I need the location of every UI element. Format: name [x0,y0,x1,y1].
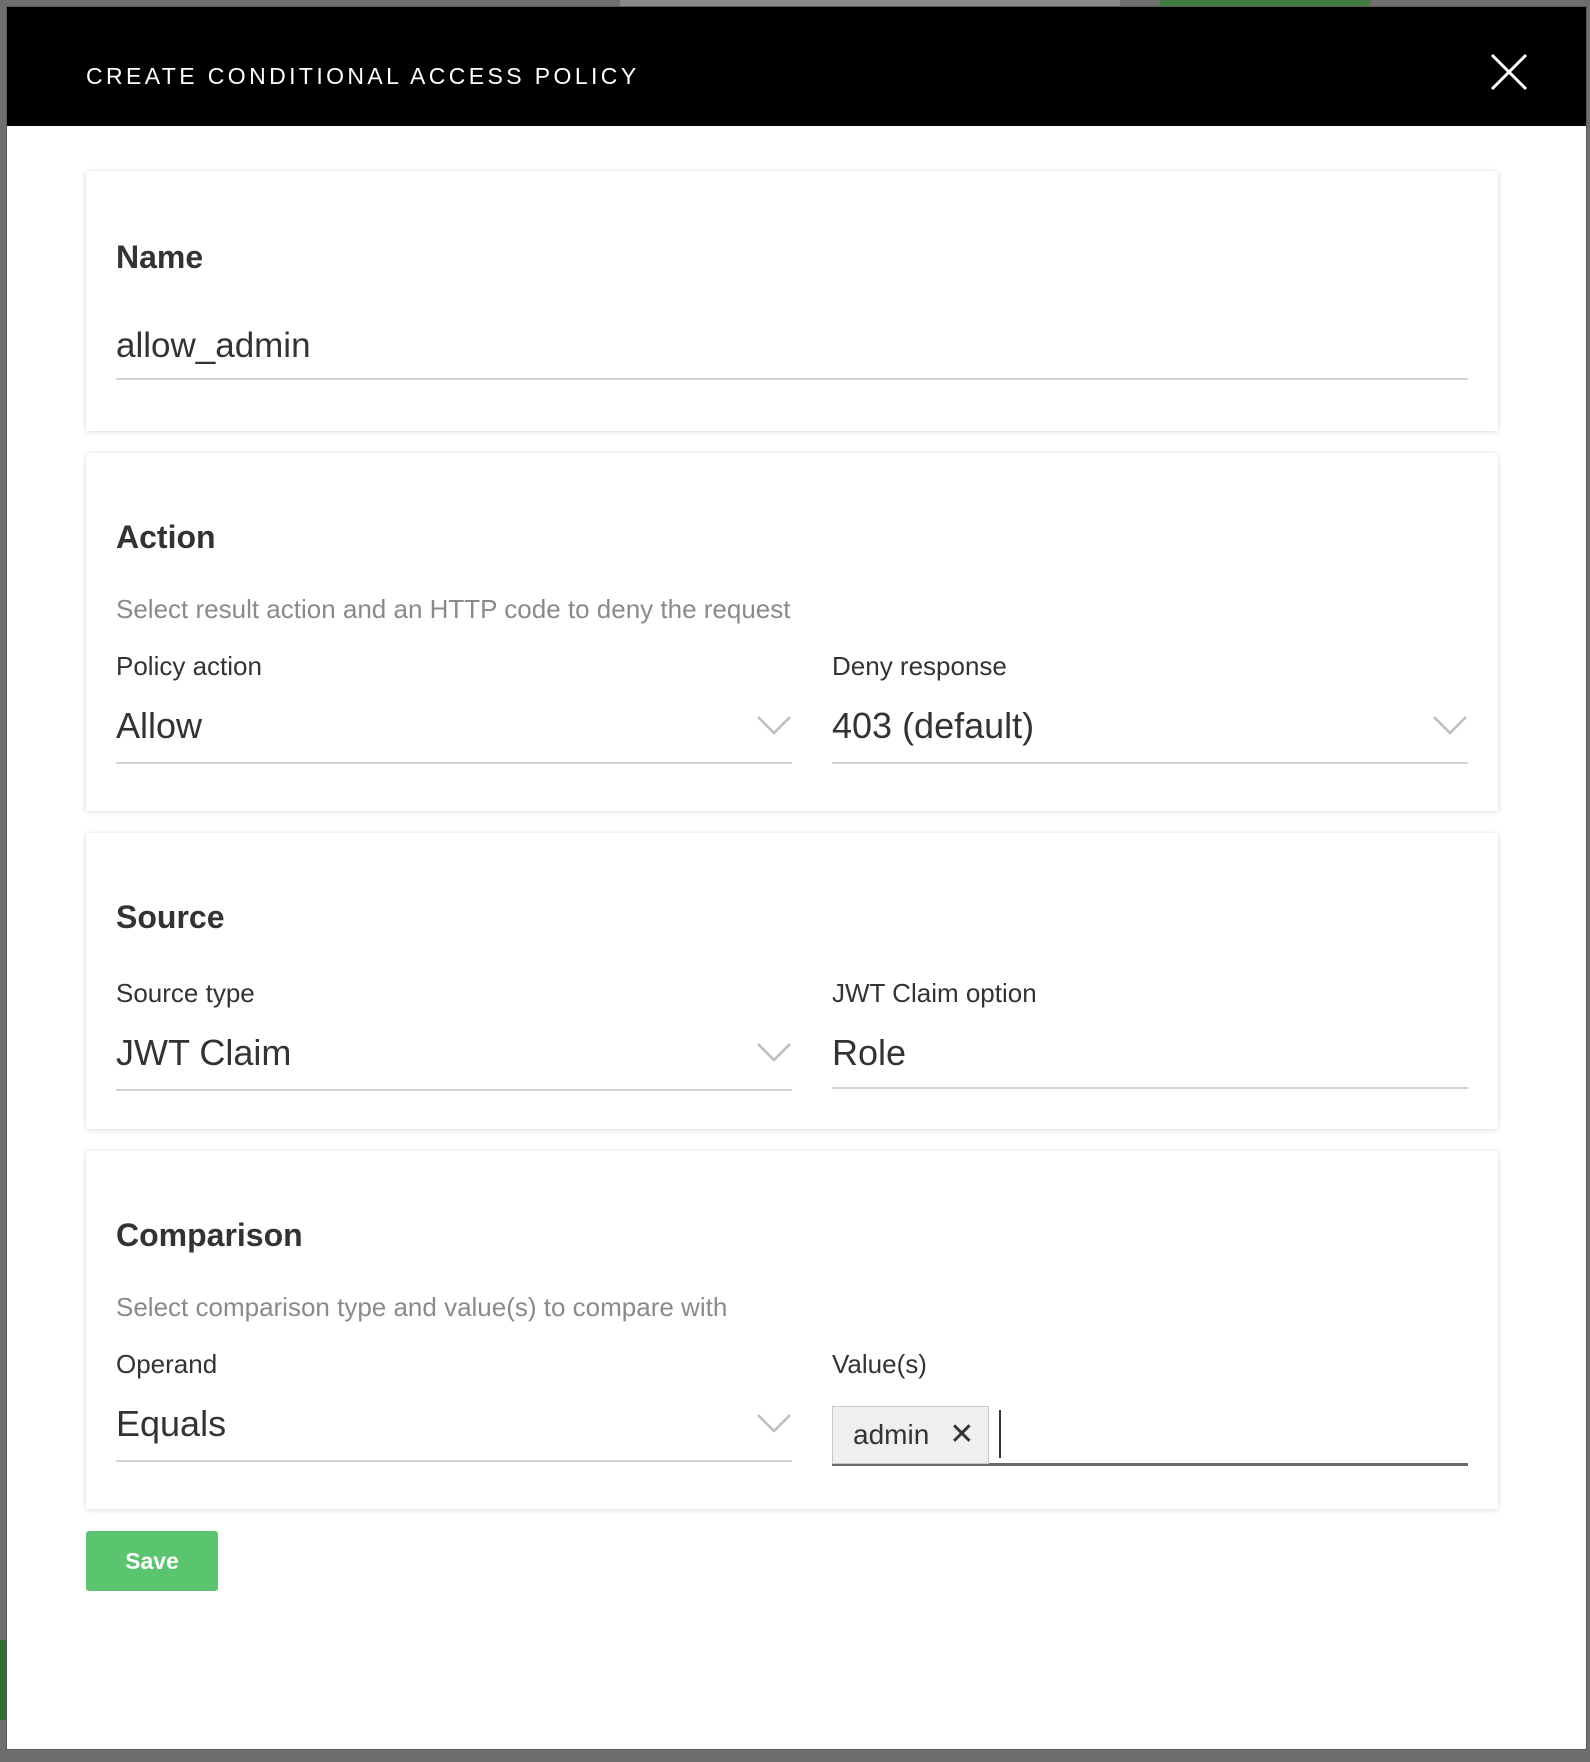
operand-label: Operand [116,1349,218,1379]
action-description: Select result action and an HTTP code to… [116,594,791,624]
close-icon [1490,53,1528,91]
close-button[interactable] [1488,51,1530,93]
policy-action-select[interactable]: Allow [116,696,792,764]
comparison-section-title: Comparison [116,1217,303,1253]
chevron-down-icon [757,716,791,735]
operand-value: Equals [116,1403,227,1444]
comparison-card: Comparison Select comparison type and va… [86,1151,1498,1509]
modal-body: Name allow_admin Action Select result ac… [7,126,1586,1591]
operand-field: Operand Equals [116,1349,792,1466]
deny-response-field: Deny response 403 (default) [832,651,1468,764]
value-tag: admin ✕ [832,1406,990,1464]
source-type-field: Source type JWT Claim [116,978,792,1091]
policy-modal: CREATE CONDITIONAL ACCESS POLICY Name al… [6,6,1587,1750]
jwt-claim-option-field: JWT Claim option Role [832,978,1468,1091]
name-section-title: Name [116,239,204,275]
chevron-down-icon [757,1043,791,1062]
jwt-claim-option-input[interactable]: Role [832,1023,1468,1089]
source-card: Source Source type JWT Claim JWT Claim o… [86,833,1498,1129]
modal-header: CREATE CONDITIONAL ACCESS POLICY [7,7,1586,126]
source-row: Source type JWT Claim JWT Claim option R… [116,978,1468,1091]
values-field: Value(s) admin ✕ [832,1349,1468,1466]
deny-response-select[interactable]: 403 (default) [832,696,1468,764]
source-type-select[interactable]: JWT Claim [116,1023,792,1091]
values-label: Value(s) [832,1349,927,1379]
values-tags-input[interactable]: admin ✕ [832,1394,1468,1466]
policy-action-label: Policy action [116,651,262,681]
remove-tag-icon[interactable]: ✕ [949,1420,974,1450]
source-type-label: Source type [116,978,255,1008]
chevron-down-icon [757,1414,791,1433]
policy-action-field: Policy action Allow [116,651,792,764]
jwt-claim-option-label: JWT Claim option [832,978,1037,1008]
policy-action-value: Allow [116,705,203,746]
chevron-down-icon [1433,716,1467,735]
value-tag-text: admin [853,1419,930,1450]
source-section-title: Source [116,899,225,935]
action-section-title: Action [116,519,216,555]
source-type-value: JWT Claim [116,1032,292,1073]
comparison-description: Select comparison type and value(s) to c… [116,1292,728,1322]
text-caret [999,1410,1002,1458]
action-card: Action Select result action and an HTTP … [86,453,1498,811]
deny-response-value: 403 (default) [832,705,1035,746]
save-button[interactable]: Save [86,1531,218,1591]
action-row: Policy action Allow Deny response 403 (d… [116,651,1468,764]
operand-select[interactable]: Equals [116,1394,792,1462]
deny-response-label: Deny response [832,651,1007,681]
comparison-row: Operand Equals Value(s) admin ✕ [116,1349,1468,1466]
name-card: Name allow_admin [86,171,1498,431]
modal-title: CREATE CONDITIONAL ACCESS POLICY [86,63,640,89]
name-input[interactable]: allow_admin [116,326,1468,380]
